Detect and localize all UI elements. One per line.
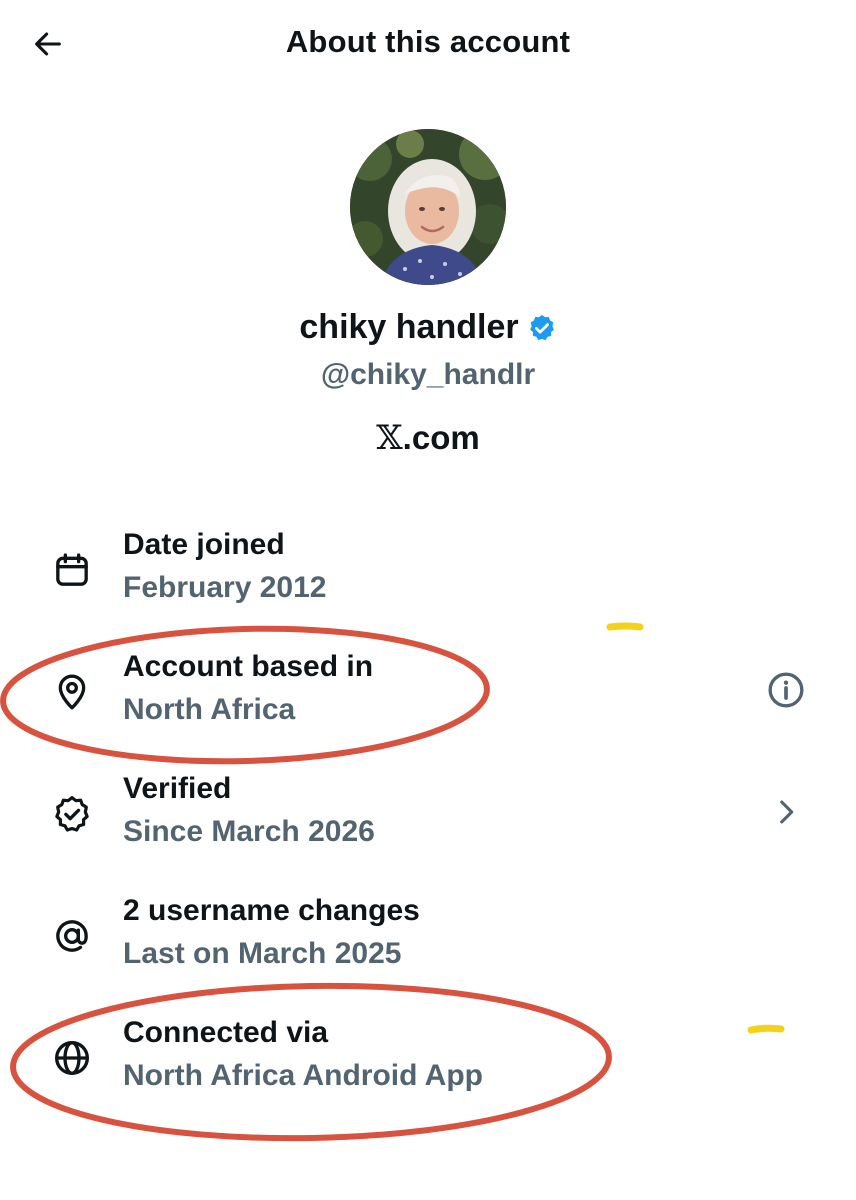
globe-icon bbox=[50, 1036, 94, 1080]
verified-details-button[interactable] bbox=[762, 788, 810, 836]
location-pin-icon bbox=[50, 670, 94, 714]
site-suffix: .com bbox=[402, 419, 480, 456]
row-value: February 2012 bbox=[123, 571, 327, 604]
row-value: Since March 2026 bbox=[123, 815, 375, 848]
info-icon bbox=[768, 672, 804, 708]
row-connected-via: Connected via North Africa Android App bbox=[0, 1016, 856, 1116]
row-username-changes: 2 username changes Last on March 2025 bbox=[0, 894, 856, 994]
row-label: Connected via bbox=[123, 1016, 329, 1049]
row-label: Account based in bbox=[123, 650, 374, 683]
row-label: Verified bbox=[123, 772, 232, 805]
profile-name-row: chiky handler bbox=[0, 308, 856, 347]
row-account-based-in: Account based in North Africa bbox=[0, 650, 856, 750]
chevron-right-icon bbox=[780, 800, 794, 824]
site-link[interactable]: 𝕏.com bbox=[0, 418, 856, 458]
at-sign-icon bbox=[50, 914, 94, 958]
verified-badge-icon bbox=[529, 314, 554, 340]
profile-handle: @chiky_handlr bbox=[320, 358, 536, 391]
calendar-icon bbox=[50, 548, 94, 592]
x-logo: 𝕏 bbox=[376, 418, 403, 458]
row-value: Last on March 2025 bbox=[123, 937, 402, 970]
row-label: Date joined bbox=[123, 528, 285, 561]
row-value: North Africa Android App bbox=[123, 1059, 483, 1092]
verified-check-icon bbox=[50, 792, 94, 836]
display-name: chiky handler bbox=[299, 308, 519, 346]
header-bar: About this account bbox=[0, 0, 856, 90]
row-label: 2 username changes bbox=[123, 894, 420, 927]
avatar bbox=[350, 129, 506, 285]
row-date-joined: Date joined February 2012 bbox=[0, 528, 856, 628]
page-title: About this account bbox=[285, 24, 571, 59]
row-verified[interactable]: Verified Since March 2026 bbox=[0, 772, 856, 872]
info-button[interactable] bbox=[762, 666, 810, 714]
row-value: North Africa bbox=[123, 693, 296, 726]
